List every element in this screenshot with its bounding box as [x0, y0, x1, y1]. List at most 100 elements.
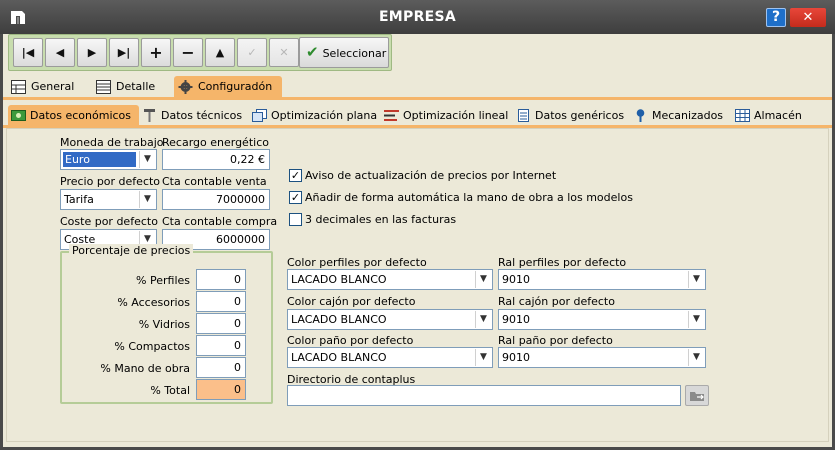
pct-compactos-input[interactable]: 0	[196, 335, 246, 356]
chevron-down-icon[interactable]: ▼	[475, 271, 491, 288]
title-bar: EMPRESA ? ✕	[0, 0, 835, 34]
browse-folder-button[interactable]	[685, 385, 709, 406]
pct-mano-obra-input[interactable]: 0	[196, 357, 246, 378]
chevron-down-icon[interactable]: ▼	[688, 311, 704, 328]
energy-surcharge-input[interactable]: 0,22 €	[162, 149, 270, 170]
previous-record-button[interactable]: ◀	[45, 38, 75, 67]
navigation-toolbar: |◀ ◀ ▶ ▶| + − ▲ ✓ ✕ ✔ Seleccionar	[8, 34, 392, 71]
close-button[interactable]: ✕	[790, 8, 826, 27]
profiles-color-label: Color perfiles por defecto	[287, 256, 427, 269]
chevron-down-icon[interactable]: ▼	[139, 191, 155, 208]
subtab-optimizacion-lineal[interactable]: Optimización lineal	[381, 105, 508, 126]
cloth-color-label: Color paño por defecto	[287, 334, 414, 347]
delete-record-button[interactable]: −	[173, 38, 203, 67]
folder-icon	[690, 392, 704, 401]
chevron-down-icon[interactable]: ▼	[475, 311, 491, 328]
pct-vidrios-input[interactable]: 0	[196, 313, 246, 334]
pct-perfiles-label: % Perfiles	[136, 274, 190, 287]
price-update-warning-label[interactable]: Aviso de actualización de precios por In…	[305, 169, 556, 182]
tools-icon	[144, 109, 155, 122]
box-color-value: LACADO BLANCO	[291, 313, 387, 326]
chevron-down-icon[interactable]: ▼	[139, 151, 155, 168]
subtab-almacen-label: Almacén	[754, 109, 802, 122]
chevron-down-icon[interactable]: ▼	[475, 349, 491, 366]
sales-account-label: Cta contable venta	[162, 175, 267, 188]
subtab-optimizacion-plana[interactable]: Optimización plana	[249, 105, 377, 126]
energy-surcharge-label: Recargo energético	[162, 136, 269, 149]
price-update-warning-checkbox[interactable]: ✓	[289, 169, 302, 182]
box-ral-label: Ral cajón por defecto	[498, 295, 615, 308]
box-color-select[interactable]: LACADO BLANCO ▼	[287, 309, 493, 330]
subtab-datos-economicos[interactable]: Datos económicos	[8, 105, 140, 126]
window-title: EMPRESA	[378, 9, 457, 25]
subtab-almacen[interactable]: Almacén	[732, 105, 802, 126]
last-record-button[interactable]: ▶|	[109, 38, 139, 67]
default-price-label: Precio por defecto	[60, 175, 161, 188]
tab-general-label: General	[31, 80, 75, 93]
tab-general[interactable]: General	[7, 76, 74, 98]
move-up-button[interactable]: ▲	[205, 38, 235, 67]
price-percentages-title: Porcentaje de precios	[69, 244, 194, 257]
subtab-optimizacion-lineal-label: Optimización lineal	[403, 109, 509, 122]
profiles-color-select[interactable]: LACADO BLANCO ▼	[287, 269, 493, 290]
subtab-mecanizados-label: Mecanizados	[652, 109, 724, 122]
purchase-account-label: Cta contable compra	[162, 215, 278, 228]
cloth-ral-value: 9010	[502, 351, 530, 364]
default-price-select[interactable]: Tarifa ▼	[60, 189, 157, 210]
money-icon	[11, 110, 26, 121]
box-ral-value: 9010	[502, 313, 530, 326]
subtab-datos-genericos-label: Datos genéricos	[535, 109, 625, 122]
subtab-mecanizados[interactable]: Mecanizados	[630, 105, 723, 126]
gear-icon	[178, 80, 193, 94]
lines-icon	[384, 110, 399, 121]
subtab-optimizacion-plana-label: Optimización plana	[271, 109, 378, 122]
contaplus-directory-input[interactable]	[287, 385, 681, 406]
box-ral-select[interactable]: 9010 ▼	[498, 309, 706, 330]
first-record-button[interactable]: |◀	[13, 38, 43, 67]
help-button[interactable]: ?	[766, 8, 786, 27]
chevron-down-icon[interactable]: ▼	[688, 349, 704, 366]
sales-account-input[interactable]: 7000000	[162, 189, 270, 210]
three-decimals-checkbox[interactable]	[289, 213, 302, 226]
tab-detalle-label: Detalle	[116, 80, 156, 93]
auto-labour-label[interactable]: Añadir de forma automática la mano de ob…	[305, 191, 633, 204]
cancel-edit-button[interactable]: ✕	[269, 38, 299, 67]
select-button[interactable]: ✔ Seleccionar	[299, 37, 389, 68]
cloth-ral-select[interactable]: 9010 ▼	[498, 347, 706, 368]
three-decimals-label[interactable]: 3 decimales en las facturas	[305, 213, 456, 226]
pct-compactos-label: % Compactos	[114, 340, 190, 353]
profiles-ral-label: Ral perfiles por defecto	[498, 256, 627, 269]
pct-accesorios-label: % Accesorios	[117, 296, 190, 309]
currency-select[interactable]: Euro ▼	[60, 149, 157, 170]
add-record-button[interactable]: +	[141, 38, 171, 67]
currency-label: Moneda de trabajo	[60, 136, 164, 149]
subtab-datos-tecnicos[interactable]: Datos técnicos	[139, 105, 242, 126]
main-tab-strip-line	[3, 97, 832, 100]
document-icon	[518, 109, 529, 122]
auto-labour-checkbox[interactable]: ✓	[289, 191, 302, 204]
box-color-label: Color cajón por defecto	[287, 295, 416, 308]
grid-icon	[11, 80, 26, 94]
checkmark-icon: ✔	[306, 43, 319, 61]
cloth-ral-label: Ral paño por defecto	[498, 334, 613, 347]
select-button-label: Seleccionar	[322, 47, 387, 60]
pct-accesorios-input[interactable]: 0	[196, 291, 246, 312]
default-price-value: Tarifa	[64, 193, 94, 206]
tab-detalle[interactable]: Detalle	[92, 76, 155, 98]
cloth-color-select[interactable]: LACADO BLANCO ▼	[287, 347, 493, 368]
confirm-button[interactable]: ✓	[237, 38, 267, 67]
table-icon	[96, 80, 111, 94]
subtab-datos-genericos[interactable]: Datos genéricos	[513, 105, 624, 126]
pct-total-output: 0	[196, 379, 246, 400]
grid-icon	[735, 109, 750, 122]
tab-configuracion-label: Configuradón	[198, 80, 273, 93]
next-record-button[interactable]: ▶	[77, 38, 107, 67]
chevron-down-icon[interactable]: ▼	[688, 271, 704, 288]
pct-total-label: % Total	[150, 384, 190, 397]
pct-perfiles-input[interactable]: 0	[196, 269, 246, 290]
pct-vidrios-label: % Vidrios	[138, 318, 190, 331]
datos-economicos-panel: Moneda de trabajo Euro ▼ Recargo energét…	[6, 128, 829, 442]
profiles-ral-select[interactable]: 9010 ▼	[498, 269, 706, 290]
tab-configuracion[interactable]: Configuradón	[174, 76, 283, 98]
subtab-datos-economicos-label: Datos económicos	[30, 109, 132, 122]
